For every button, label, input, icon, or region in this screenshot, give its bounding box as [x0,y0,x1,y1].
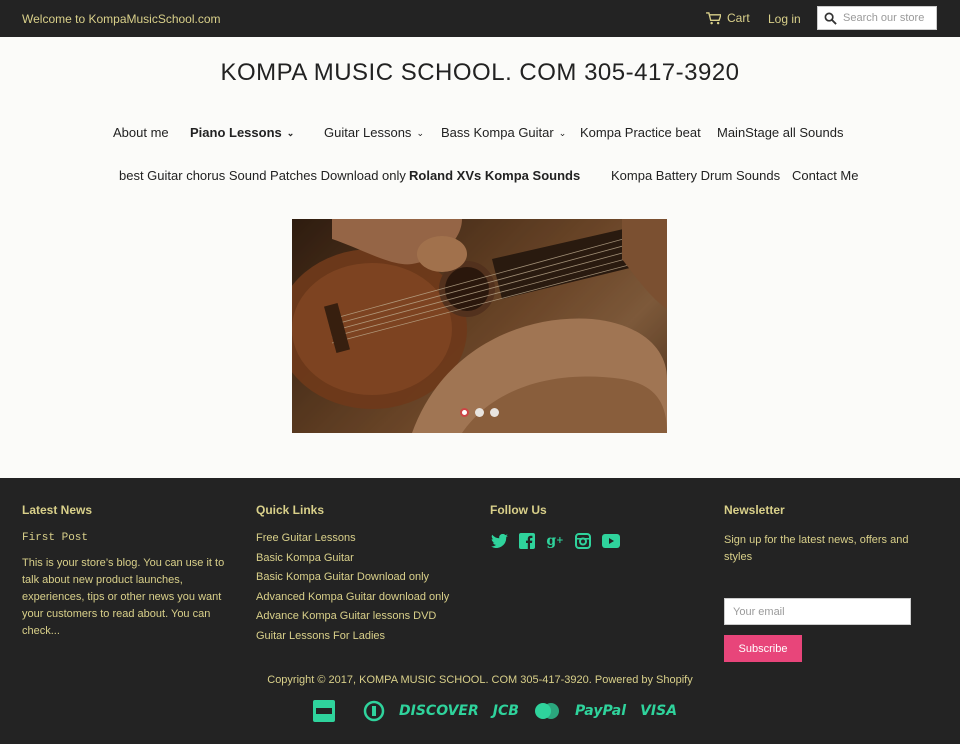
login-link[interactable]: Log in [768,12,801,26]
discover-icon: DISCOVER [399,703,479,719]
cart-icon [706,11,721,24]
nav-label: Piano Lessons [190,125,282,140]
latest-post-excerpt: This is your store’s blog. You can use i… [22,557,225,637]
jcb-icon: JCB [492,703,519,719]
paypal-icon: PayPal [574,703,627,719]
cart-link[interactable]: Cart [706,11,750,25]
slide-image-guitar [292,219,667,433]
quick-link[interactable]: Guitar Lessons For Ladies [256,630,449,650]
search-icon[interactable] [824,12,837,25]
top-bar: Welcome to KompaMusicSchool.com Cart Log… [0,0,960,37]
quick-links-list: Free Guitar Lessons Basic Kompa Guitar B… [256,532,449,649]
follow-us-heading: Follow Us [490,503,547,517]
nav-bass-kompa-guitar[interactable]: Bass Kompa Guitar ⌄ [441,125,566,140]
hero-slideshow[interactable] [292,219,667,433]
slide-dot-2[interactable] [475,408,484,417]
nav-roland-xvs-kompa-sounds[interactable]: Roland XVs Kompa Sounds [409,168,580,183]
nav-kompa-practice-beat[interactable]: Kompa Practice beat [580,125,701,140]
nav-kompa-battery-drum-sounds[interactable]: Kompa Battery Drum Sounds [611,168,780,183]
footer-latest-news: Latest News First Post This is your stor… [22,503,224,637]
nav-mainstage-all-sounds[interactable]: MainStage all Sounds [717,125,843,140]
newsletter-description: Sign up for the latest news, offers and … [724,534,909,563]
newsletter-heading: Newsletter [724,503,785,517]
nav-piano-lessons[interactable]: Piano Lessons ⌄ [190,125,294,140]
american-express-icon [313,700,335,722]
facebook-icon[interactable] [518,532,536,550]
latest-news-heading: Latest News [22,503,93,517]
chevron-down-icon: ⌄ [558,128,567,138]
social-links: g + [490,532,620,550]
welcome-message: Welcome to KompaMusicSchool.com [22,12,221,26]
site-footer: Latest News First Post This is your stor… [0,478,960,744]
newsletter-email-input[interactable] [724,598,911,625]
nav-guitar-lessons[interactable]: Guitar Lessons ⌄ [324,125,424,140]
diners-club-icon [363,700,385,722]
visa-icon: VISA [640,703,678,719]
twitter-icon[interactable] [490,532,508,550]
cart-label: Cart [727,11,750,25]
nav-about-me[interactable]: About me [113,125,169,140]
chevron-down-icon: ⌄ [286,128,295,138]
footer-newsletter: Newsletter Sign up for the latest news, … [724,503,911,662]
quick-links-heading: Quick Links [256,503,325,517]
footer-quick-links: Quick Links Free Guitar Lessons Basic Ko… [256,503,449,642]
payment-methods: DISCOVER JCB PayPal VISA [313,700,677,722]
quick-link[interactable]: Basic Kompa Guitar [256,552,449,572]
nav-guitar-chorus-patches[interactable]: best Guitar chorus Sound Patches Downloa… [119,168,406,183]
site-title[interactable]: KOMPA MUSIC SCHOOL. COM 305-417-3920 [0,59,960,87]
slideshow-dots [460,408,499,417]
quick-link[interactable]: Basic Kompa Guitar Download only [256,571,449,591]
youtube-icon[interactable] [602,532,620,550]
nav-contact-me[interactable]: Contact Me [792,168,858,183]
latest-post-title[interactable]: First Post [22,532,88,544]
copyright-text: Copyright © 2017, KOMPA MUSIC SCHOOL. CO… [267,674,693,686]
chevron-down-icon: ⌄ [416,128,424,138]
slide-dot-1[interactable] [460,408,469,417]
mastercard-icon [533,700,561,722]
quick-link[interactable]: Free Guitar Lessons [256,532,449,552]
nav-label: Guitar Lessons [324,125,412,140]
google-plus-icon[interactable]: g + [546,532,564,550]
nav-label: Bass Kompa Guitar [441,125,554,140]
quick-link[interactable]: Advance Kompa Guitar lessons DVD [256,610,449,630]
instagram-icon[interactable] [574,532,592,550]
search-box [817,6,937,30]
slide-dot-3[interactable] [490,408,499,417]
quick-link[interactable]: Advanced Kompa Guitar download only [256,591,449,611]
footer-follow-us: Follow Us g + [490,503,620,549]
subscribe-button[interactable]: Subscribe [724,635,802,662]
search-input[interactable] [843,10,933,26]
